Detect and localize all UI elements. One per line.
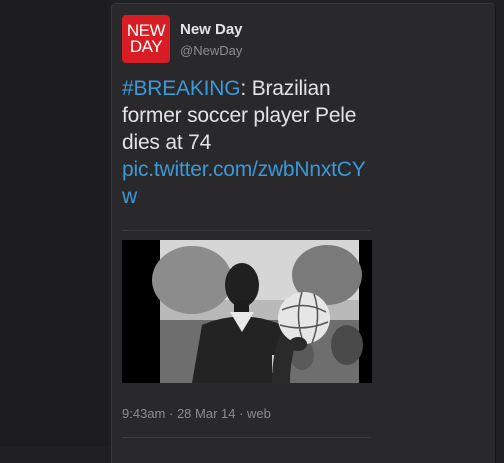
page-background	[0, 0, 110, 447]
logo-text-line2: DAY	[129, 37, 163, 56]
divider	[122, 437, 371, 438]
tweet-card: NEW DAY New Day @NewDay #BREAKING: Brazi…	[111, 3, 496, 463]
divider	[122, 230, 371, 231]
user-handle[interactable]: @NewDay	[180, 43, 242, 58]
pic-link[interactable]: pic.twitter.com/zwbNnxtCYw	[122, 156, 372, 210]
date-link[interactable]: 28 Mar 14	[177, 406, 236, 421]
tweet-source: web	[247, 406, 271, 421]
avatar[interactable]: NEW DAY	[122, 15, 170, 63]
hashtag-link[interactable]: #BREAKING	[122, 77, 241, 100]
tweet-timestamp: 9:43am · 28 Mar 14 · web	[122, 406, 271, 421]
time-link[interactable]: 9:43am	[122, 406, 165, 421]
tweet-photo[interactable]	[122, 240, 372, 383]
photo-image	[122, 240, 372, 383]
tweet-header: NEW DAY New Day @NewDay	[122, 15, 472, 65]
separator: ·	[165, 406, 177, 421]
display-name[interactable]: New Day	[180, 21, 243, 38]
tweet-text: #BREAKING: Brazilian former soccer playe…	[122, 75, 372, 210]
separator: ·	[235, 406, 248, 421]
